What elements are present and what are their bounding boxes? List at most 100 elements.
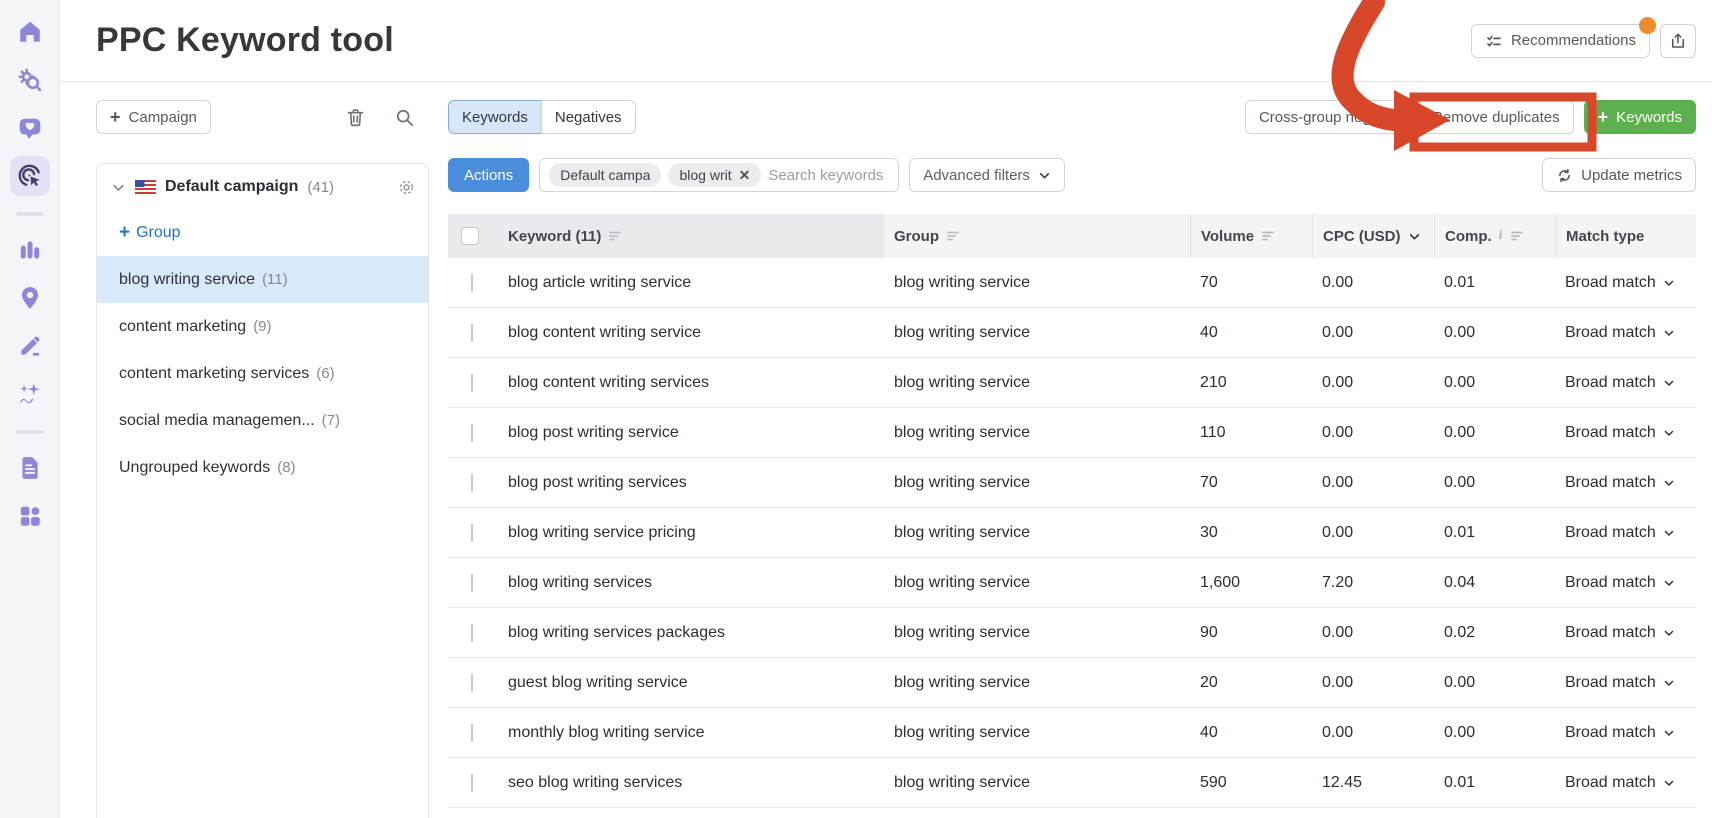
add-group-button[interactable]: + Group [97, 210, 428, 256]
match-type-cell[interactable]: Broad match [1555, 524, 1696, 542]
column-volume[interactable]: Volume [1190, 214, 1312, 258]
group-list-item[interactable]: blog writing service (11) [97, 256, 428, 303]
chevron-down-icon[interactable] [1663, 527, 1675, 539]
group-cell[interactable]: blog writing service [884, 774, 1190, 792]
keyword-cell[interactable]: blog post writing services [494, 474, 884, 492]
content-editor-icon[interactable] [10, 326, 50, 366]
chevron-down-icon[interactable] [1663, 627, 1675, 639]
match-type-cell[interactable]: Broad match [1555, 624, 1696, 642]
column-comp[interactable]: Comp. i [1434, 214, 1555, 258]
keyword-cell[interactable]: blog post writing service [494, 424, 884, 442]
ai-insights-icon[interactable] [10, 374, 50, 414]
match-type-cell[interactable]: Broad match [1555, 274, 1696, 292]
row-checkbox[interactable] [471, 723, 473, 742]
row-checkbox[interactable] [471, 673, 473, 692]
remove-duplicates-button[interactable]: Remove duplicates [1418, 100, 1574, 134]
chevron-down-icon[interactable] [1408, 230, 1421, 243]
chevron-down-icon[interactable] [1663, 277, 1675, 289]
keyword-cell[interactable]: blog content writing service [494, 324, 884, 342]
group-cell[interactable]: blog writing service [884, 574, 1190, 592]
match-type-cell[interactable]: Broad match [1555, 574, 1696, 592]
remove-chip-icon[interactable]: ✕ [739, 167, 751, 184]
home-icon[interactable] [10, 12, 50, 52]
keyword-cell[interactable]: blog writing services packages [494, 624, 884, 642]
row-checkbox[interactable] [471, 473, 473, 492]
sort-icon[interactable] [946, 230, 960, 242]
ppc-keyword-tool-icon[interactable] [9, 156, 50, 196]
chevron-down-icon[interactable] [1663, 327, 1675, 339]
group-cell[interactable]: blog writing service [884, 374, 1190, 392]
chevron-down-icon[interactable] [111, 180, 126, 195]
row-checkbox[interactable] [471, 423, 473, 442]
advanced-filters-button[interactable]: Advanced filters [909, 158, 1065, 192]
keyword-cell[interactable]: blog article writing service [494, 274, 884, 292]
column-keyword[interactable]: Keyword (11) [494, 214, 884, 258]
row-checkbox[interactable] [471, 773, 473, 792]
locations-icon[interactable] [10, 278, 50, 318]
search-campaigns-button[interactable] [394, 107, 415, 128]
sort-icon[interactable] [1261, 230, 1275, 242]
group-cell[interactable]: blog writing service [884, 324, 1190, 342]
filter-chip-campaign[interactable]: Default campa [549, 163, 662, 187]
chevron-down-icon[interactable] [1663, 727, 1675, 739]
feedback-icon[interactable] [10, 108, 50, 148]
cross-group-negatives-button[interactable]: Cross-group negativ [1244, 100, 1409, 134]
column-group[interactable]: Group [884, 214, 1190, 258]
match-type-cell[interactable]: Broad match [1555, 424, 1696, 442]
export-button[interactable] [1660, 23, 1696, 58]
select-all-checkbox[interactable] [461, 227, 479, 245]
group-cell[interactable]: blog writing service [884, 474, 1190, 492]
tab-keywords[interactable]: Keywords [448, 100, 541, 134]
chevron-down-icon[interactable] [1663, 377, 1675, 389]
match-type-cell[interactable]: Broad match [1555, 374, 1696, 392]
keyword-cell[interactable]: blog writing services [494, 574, 884, 592]
group-list-item[interactable]: Ungrouped keywords (8) [97, 444, 428, 491]
chevron-down-icon[interactable] [1663, 777, 1675, 789]
chevron-down-icon[interactable] [1663, 677, 1675, 689]
group-cell[interactable]: blog writing service [884, 624, 1190, 642]
row-checkbox[interactable] [471, 623, 473, 642]
sort-icon[interactable] [1510, 230, 1524, 242]
keyword-cell[interactable]: seo blog writing services [494, 774, 884, 792]
match-type-cell[interactable]: Broad match [1555, 324, 1696, 342]
apps-icon[interactable] [10, 496, 50, 536]
row-checkbox[interactable] [471, 373, 473, 392]
keyword-cell[interactable]: blog content writing services [494, 374, 884, 392]
keyword-search-box[interactable]: Default campa blog writ ✕ [539, 158, 900, 192]
sort-icon[interactable] [608, 230, 622, 242]
add-campaign-button[interactable]: + Campaign [96, 100, 211, 134]
keyword-cell[interactable]: blog writing service pricing [494, 524, 884, 542]
reports-icon[interactable] [10, 448, 50, 488]
update-metrics-button[interactable]: Update metrics [1542, 158, 1696, 192]
match-type-cell[interactable]: Broad match [1555, 774, 1696, 792]
group-cell[interactable]: blog writing service [884, 524, 1190, 542]
match-type-cell[interactable]: Broad match [1555, 474, 1696, 492]
group-list-item[interactable]: social media managemen... (7) [97, 397, 428, 444]
tab-negatives[interactable]: Negatives [540, 100, 636, 134]
group-list-item[interactable]: content marketing services (6) [97, 350, 428, 397]
group-cell[interactable]: blog writing service [884, 274, 1190, 292]
keyword-cell[interactable]: monthly blog writing service [494, 724, 884, 742]
keyword-research-icon[interactable] [10, 60, 50, 100]
chevron-down-icon[interactable] [1663, 477, 1675, 489]
delete-campaign-button[interactable] [345, 107, 366, 128]
group-list-item[interactable]: content marketing (9) [97, 303, 428, 350]
add-keywords-button[interactable]: + Keywords [1583, 100, 1696, 134]
row-checkbox[interactable] [471, 323, 473, 342]
row-checkbox[interactable] [471, 573, 473, 592]
chevron-down-icon[interactable] [1663, 427, 1675, 439]
campaign-settings-button[interactable] [397, 178, 416, 197]
search-keywords-input[interactable] [768, 166, 890, 184]
campaign-header[interactable]: Default campaign (41) [97, 164, 428, 210]
row-checkbox[interactable] [471, 523, 473, 542]
group-cell[interactable]: blog writing service [884, 724, 1190, 742]
keyword-cell[interactable]: guest blog writing service [494, 674, 884, 692]
chevron-down-icon[interactable] [1663, 577, 1675, 589]
match-type-cell[interactable]: Broad match [1555, 674, 1696, 692]
group-cell[interactable]: blog writing service [884, 674, 1190, 692]
actions-button[interactable]: Actions [448, 158, 530, 192]
column-cpc[interactable]: CPC (USD) [1312, 214, 1434, 258]
filter-chip-query[interactable]: blog writ ✕ [668, 163, 762, 187]
analytics-icon[interactable] [10, 230, 50, 270]
recommendations-button[interactable]: Recommendations [1470, 23, 1650, 58]
